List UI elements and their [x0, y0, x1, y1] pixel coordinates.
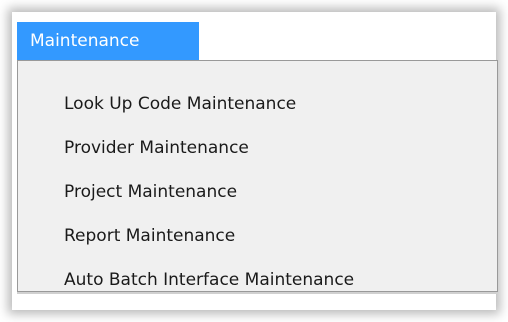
menu-item-provider-maintenance[interactable]: Provider Maintenance: [64, 138, 249, 158]
menu-item-report-maintenance[interactable]: Report Maintenance: [64, 226, 235, 246]
menu-item-look-up-code-maintenance[interactable]: Look Up Code Maintenance: [64, 94, 296, 114]
dropdown-divider: [17, 292, 498, 294]
maintenance-menu[interactable]: Maintenance: [17, 22, 199, 60]
menu-item-auto-batch-interface-maintenance[interactable]: Auto Batch Interface Maintenance: [64, 270, 354, 290]
menu-item-project-maintenance[interactable]: Project Maintenance: [64, 182, 237, 202]
